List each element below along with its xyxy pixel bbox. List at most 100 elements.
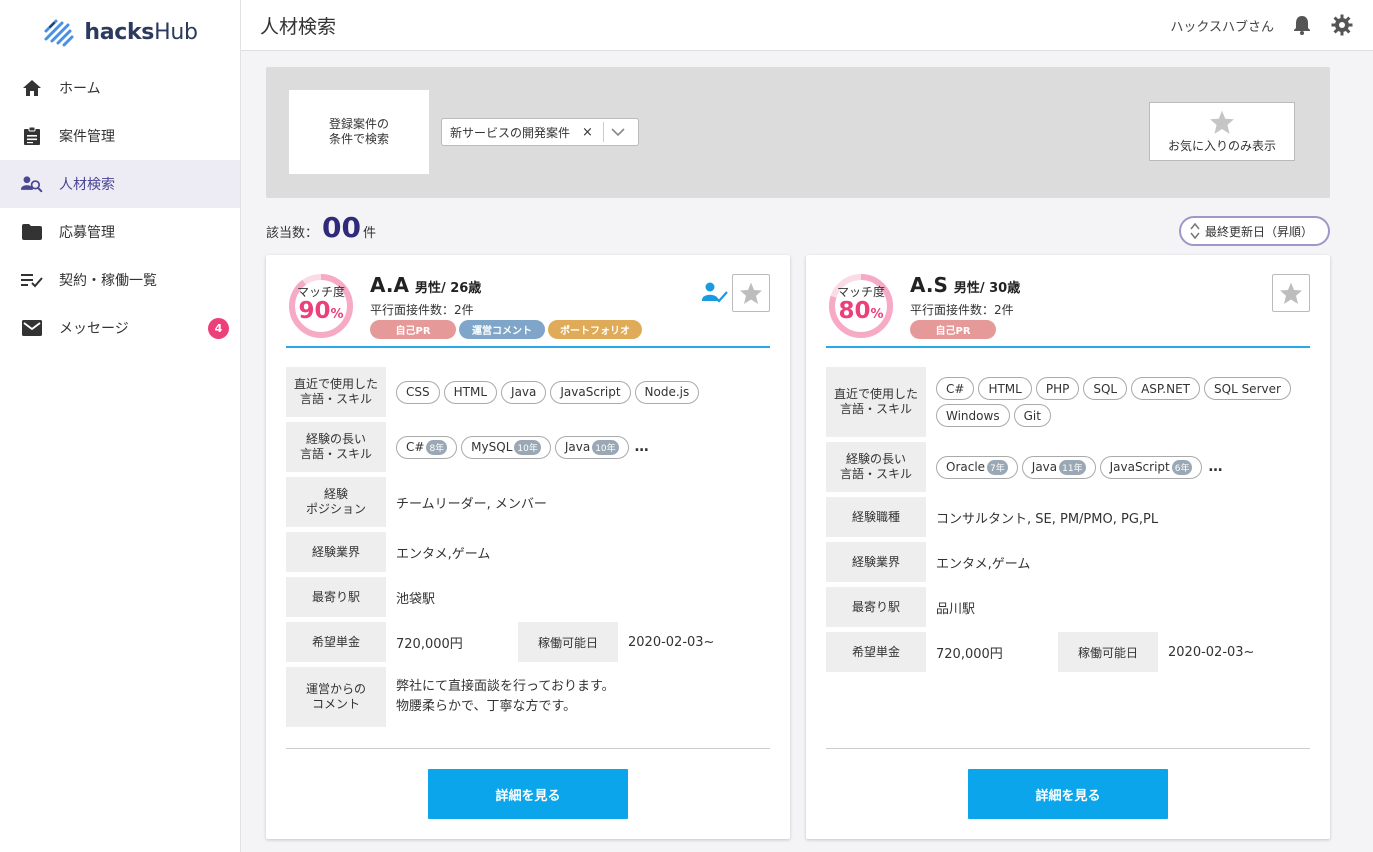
candidate-name: A.A 男性/ 26歳 [370,273,482,297]
unread-badge: 4 [208,318,229,339]
view-details-button[interactable]: 詳細を見る [968,769,1168,819]
skill-chip: SQL [1083,377,1128,400]
star-icon [1210,110,1234,134]
role-row: 経験職種 コンサルタント, SE, PM/PMO, PG,PL [826,497,1310,537]
selected-project: 新サービスの開発案件 [450,125,571,140]
home-icon [21,77,43,99]
skill-chip: CSS [396,380,440,404]
select-separator [602,122,604,142]
favorites-only-button[interactable]: お気に入りのみ表示 [1149,102,1295,161]
skill-chip: Java [501,380,547,404]
sidebar-item-contracts[interactable]: 契約・稼働一覧 [0,256,240,304]
skill-chip: Windows [936,404,1010,427]
sidebar-item-label: 案件管理 [59,129,115,145]
skill-chip: ASP.NET [1131,377,1200,400]
top-header: 人材検索 ハックスハブさん [241,0,1373,51]
sort-icon [1190,222,1200,240]
folder-icon [21,221,43,243]
mail-icon [21,317,43,339]
skill-chip: HTML [443,380,498,404]
long-skills-row: 経験の長い 言語・スキル C# 8年 MySQL 10年 Java 10年 … [286,422,770,472]
count-value: 00 [322,211,361,244]
recent-skills-row: 直近で使用した 言語・スキル C# HTML PHP SQL ASP.NET SQ… [826,367,1310,437]
page-title: 人材検索 [260,15,337,38]
parallel-interviews: 平行面接件数：2件 [910,303,1014,317]
skill-chip: MySQL 10年 [461,435,551,459]
favorite-star-button[interactable] [732,274,770,312]
sort-button[interactable]: 最終更新日（昇順） [1179,216,1330,246]
industry-row: 経験業界 エンタメ,ゲーム [826,542,1310,582]
verified-person-icon [702,282,728,303]
view-details-button[interactable]: 詳細を見る [428,769,628,819]
candidate-name: A.S 男性/ 30歳 [910,273,1021,297]
user-name[interactable]: ハックスハブさん [1170,16,1274,35]
comment-row: 運営からの コメント 弊社にて直接面談を行っております。 物腰柔らかで、丁寧な方です… [286,667,770,727]
project-select[interactable]: 新サービスの開発案件 × [441,118,639,146]
search-panel: 登録案件の 条件で検索 新サービスの開発案件 × お気に入りのみ表示 [266,67,1330,198]
station-row: 最寄り駅 池袋駅 [286,577,770,617]
position-row: 経験 ポジション チームリーダー, メンバー [286,477,770,527]
industry-row: 経験業界 エンタメ,ゲーム [286,532,770,572]
card-divider [826,346,1310,348]
bell-icon[interactable] [1290,13,1314,37]
candidate-details: 直近で使用した 言語・スキル C# HTML PHP SQL ASP.NET SQ… [826,367,1310,677]
skill-chip: Git [1013,404,1051,427]
sidebar-item-applications[interactable]: 応募管理 [0,208,240,256]
card-divider [286,346,770,348]
station-row: 最寄り駅 品川駅 [826,587,1310,627]
candidate-details: 直近で使用した 言語・スキル CSS HTML Java JavaScript N… [286,367,770,732]
sidebar-item-label: ホーム [59,81,101,97]
skill-chip: C# [936,377,975,400]
card-bottom-divider [826,748,1310,749]
sidebar-item-label: 契約・稼働一覧 [59,273,157,289]
sidebar-item-label: 応募管理 [59,225,115,241]
skill-chip: Node.js [634,380,700,404]
tag-self-pr: 自己PR [910,320,996,339]
sidebar-item-projects[interactable]: 案件管理 [0,112,240,160]
favorite-star-button[interactable] [1272,274,1310,312]
price-row: 希望単金 720,000円 稼働可能日 2020-02-03~ [286,622,770,662]
sidebar-item-home[interactable]: ホーム [0,64,240,112]
sidebar-item-label: 人材検索 [59,177,115,193]
skill-chip: Oracle 7年 [936,455,1018,479]
candidate-card: マッチ度 90% A.A 男性/ 26歳 平行面接件数：2件 自己PR 運営コメ… [266,255,790,839]
match-score: マッチ度 80% [836,285,885,324]
more-indicator: … [634,439,649,455]
tag-list: 自己PR 運営コメント ポートフォリオ [370,320,642,339]
long-skills-row: 経験の長い 言語・スキル Oracle 7年 Java 11年 JavaScript 6… [826,442,1310,492]
star-icon [1280,282,1302,304]
star-icon [740,282,762,304]
logo[interactable]: hacksHub [0,0,240,64]
chevron-down-icon[interactable] [608,128,628,136]
gear-icon[interactable] [1330,13,1354,37]
more-indicator: … [1208,459,1223,475]
recent-skills-row: 直近で使用した 言語・スキル CSS HTML Java JavaScript N… [286,367,770,417]
hackshub-logo-icon [44,19,74,47]
sidebar-item-talent-search[interactable]: 人材検索 [0,160,240,208]
favorites-label: お気に入りのみ表示 [1167,138,1276,153]
tag-portfolio: ポートフォリオ [548,320,642,339]
skill-chip: JavaScript 6年 [1099,455,1203,479]
person-search-icon [21,173,43,195]
search-condition-label: 登録案件の 条件で検索 [289,90,429,174]
clear-selection-button[interactable]: × [582,125,593,140]
sidebar-item-label: メッセージ [59,321,129,337]
sidebar-nav: ホーム 案件管理 人材検索 応募管理 契約・稼働一覧 メッセージ 4 [0,64,240,352]
candidate-card: マッチ度 80% A.S 男性/ 30歳 平行面接件数：2件 自己PR 直近で使… [806,255,1330,839]
tag-self-pr: 自己PR [370,320,456,339]
clipboard-icon [21,125,43,147]
skill-chip: JavaScript [550,380,631,404]
match-score: マッチ度 90% [296,285,345,324]
result-count: 該当数： 00 件 [266,211,376,244]
parallel-interviews: 平行面接件数：2件 [370,303,474,317]
price-row: 希望単金 720,000円 稼働可能日 2020-02-03~ [826,632,1310,672]
skill-chip: Java 10年 [554,435,629,459]
skill-chip: Java 11年 [1021,455,1096,479]
sidebar-item-messages[interactable]: メッセージ 4 [0,304,240,352]
tag-list: 自己PR [910,320,996,339]
sidebar: hacksHub ホーム 案件管理 人材検索 応募管理 契約・稼働一覧 メッセー… [0,0,241,852]
tag-admin-comment: 運営コメント [459,320,545,339]
list-check-icon [21,269,43,291]
skill-chip: SQL Server [1204,377,1291,400]
card-bottom-divider [286,748,770,749]
